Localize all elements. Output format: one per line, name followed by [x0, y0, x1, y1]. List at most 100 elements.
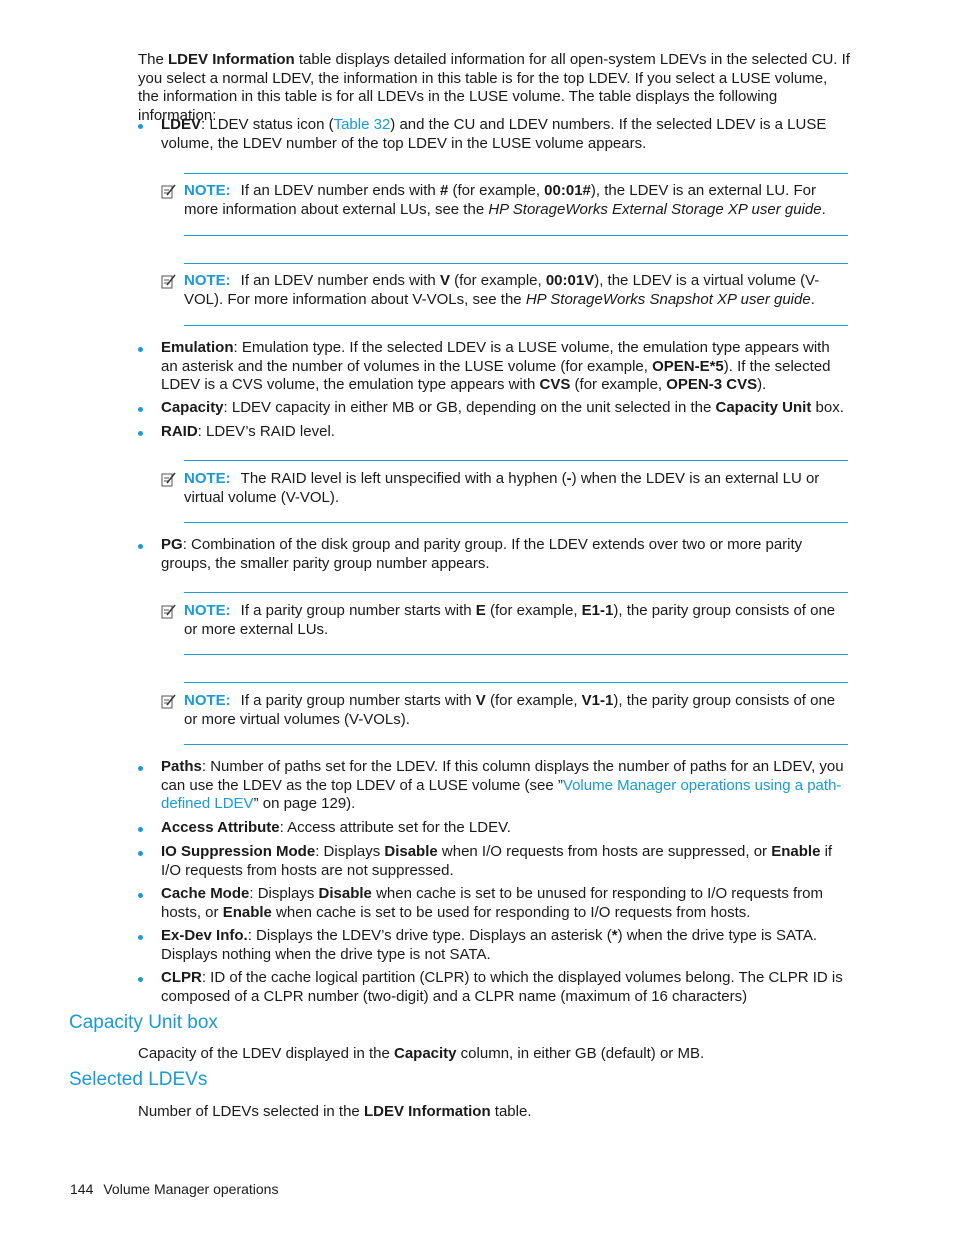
note-rule-bottom: [184, 522, 848, 523]
guide-title: HP StorageWorks External Storage XP user…: [488, 200, 822, 218]
list-item-clpr: CLPR: ID of the cache logical partition …: [138, 969, 850, 1006]
bold-text: OPEN-E*5: [652, 357, 724, 375]
text-span: Number of LDEVs selected in the: [138, 1103, 364, 1120]
text-span: : Displays: [315, 843, 385, 860]
bold-text: Enable: [771, 843, 821, 860]
text-span: : Combination of the disk group and pari…: [161, 536, 803, 572]
text-span: (for example,: [570, 376, 667, 394]
note-label: NOTE:: [184, 272, 231, 289]
text-span: .: [810, 290, 815, 308]
bold-text: V: [439, 272, 450, 289]
bullet-icon: [138, 407, 143, 412]
note-rule-top: [184, 173, 848, 174]
list-item-ldev: LDEV: LDEV status icon (Table 32) and th…: [138, 116, 850, 153]
bold-text: 00:01#: [544, 182, 591, 199]
note-rule-bottom: [184, 235, 848, 236]
bold-text: IO Suppression Mode: [161, 843, 316, 860]
note-pencil-icon: [161, 472, 176, 487]
bullet-icon: [138, 766, 143, 771]
text-span: table.: [490, 1103, 532, 1120]
text-span: column, in either GB (default) or MB.: [456, 1045, 705, 1062]
bold-text: Capacity: [161, 399, 224, 416]
bold-text: Disable: [384, 843, 438, 860]
text-span: (for example,: [448, 182, 545, 199]
bold-text: Paths: [161, 758, 202, 775]
text-span: : Displays: [249, 885, 319, 902]
bold-text: V1-1: [581, 692, 614, 709]
text-span: If a parity group number starts with: [240, 602, 476, 619]
text-span: ).: [757, 376, 767, 394]
chapter-title: Volume Manager operations: [103, 1181, 279, 1197]
note-rule-bottom: [184, 654, 848, 655]
note-label: NOTE:: [184, 692, 231, 709]
text-span: : LDEV’s RAID level.: [197, 423, 335, 440]
table-32-link[interactable]: Table 32: [334, 116, 391, 133]
text-span: : LDEV capacity in either MB or GB, depe…: [223, 399, 716, 416]
note-pencil-icon: [161, 274, 176, 289]
note-pencil-icon: [161, 184, 176, 199]
text-span: (for example,: [485, 692, 582, 709]
list-item-raid: RAID: LDEV’s RAID level.: [138, 423, 850, 442]
note-rule-top: [184, 263, 848, 264]
text-span: box.: [811, 399, 844, 416]
text-span: Capacity of the LDEV displayed in the: [138, 1045, 394, 1062]
text-span: : Displays the LDEV’s drive type. Displa…: [247, 927, 612, 944]
bold-text: Disable: [318, 885, 372, 902]
text-span: If an LDEV number ends with: [240, 272, 440, 289]
text-span: The: [138, 51, 169, 68]
note-label: NOTE:: [184, 602, 231, 619]
text-span: If an LDEV number ends with: [240, 182, 440, 199]
note-pencil-icon: [161, 694, 176, 709]
note-pencil-icon: [161, 604, 176, 619]
bold-text: 00:01V: [545, 272, 595, 289]
bold-text: Enable: [222, 903, 272, 921]
bullet-icon: [138, 544, 143, 549]
text-span: when cache is set to be used for respond…: [271, 903, 751, 921]
bullet-icon: [138, 893, 143, 898]
bullet-icon: [138, 851, 143, 856]
guide-title: HP StorageWorks Snapshot XP user guide: [525, 290, 811, 308]
note-label: NOTE:: [184, 182, 231, 199]
bold-text: V: [475, 692, 486, 709]
bold-text: LDEV Information: [363, 1103, 491, 1120]
page-number: 144: [70, 1181, 94, 1197]
bold-text: E1-1: [581, 602, 614, 619]
bold-text: Cache Mode: [161, 885, 250, 902]
bold-text: Capacity: [393, 1045, 457, 1062]
heading-capacity-unit: Capacity Unit box: [69, 1012, 218, 1033]
list-item-io-suppression: IO Suppression Mode: Displays Disable wh…: [138, 843, 850, 880]
note-rule-top: [184, 460, 848, 461]
note-rule-top: [184, 682, 848, 683]
bold-text: Access Attribute: [161, 819, 280, 836]
bold-text: Emulation: [161, 339, 234, 356]
note-rule-top: [184, 592, 848, 593]
capacity-unit-description: Capacity of the LDEV displayed in the Ca…: [138, 1045, 850, 1064]
note-rule-bottom: [184, 744, 848, 745]
list-item-emulation: Emulation: Emulation type. If the select…: [138, 339, 850, 395]
bold-text: Capacity Unit: [715, 399, 812, 416]
list-item-cache-mode: Cache Mode: Displays Disable when cache …: [138, 885, 850, 922]
text-span: If a parity group number starts with: [240, 692, 476, 709]
text-span: : LDEV status icon (: [201, 116, 334, 133]
bullet-icon: [138, 124, 143, 129]
list-item-access-attribute: Access Attribute: Access attribute set f…: [138, 819, 850, 838]
list-item-capacity: Capacity: LDEV capacity in either MB or …: [138, 399, 850, 418]
bold-text: CVS: [539, 376, 571, 394]
bullet-icon: [138, 977, 143, 982]
text-span: ” on page 129).: [253, 795, 356, 813]
selected-ldevs-description: Number of LDEVs selected in the LDEV Inf…: [138, 1103, 850, 1122]
bold-text: PG: [161, 536, 183, 553]
list-item-pg: PG: Combination of the disk group and pa…: [138, 536, 850, 573]
text-span: : Access attribute set for the LDEV.: [279, 819, 511, 836]
bullet-icon: [138, 827, 143, 832]
note-rule-bottom: [184, 325, 848, 326]
text-span: The RAID level is left unspecified with …: [240, 470, 567, 487]
note-label: NOTE:: [184, 470, 231, 487]
bold-text: OPEN-3 CVS: [666, 376, 758, 394]
text-span: (for example,: [485, 602, 582, 619]
text-span: (for example,: [449, 272, 546, 289]
intro-bold: LDEV Information: [168, 51, 295, 68]
list-item-paths: Paths: Number of paths set for the LDEV.…: [138, 758, 850, 814]
bold-text: E: [475, 602, 486, 619]
bullet-icon: [138, 431, 143, 436]
